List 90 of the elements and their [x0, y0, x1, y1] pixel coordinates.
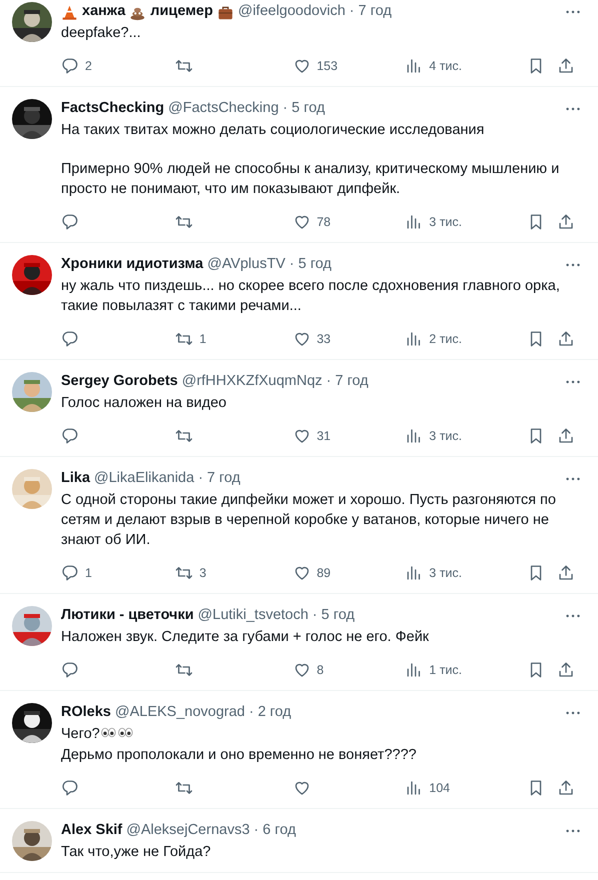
reply-button[interactable]: 2: [61, 56, 176, 76]
like-button[interactable]: 31: [292, 426, 406, 446]
like-button[interactable]: 8: [292, 660, 406, 680]
reply-button[interactable]: 1: [61, 564, 176, 582]
briefcase-icon: [216, 4, 234, 20]
post-time[interactable]: · 5 год: [312, 605, 355, 627]
retweet-button[interactable]: 3: [175, 564, 293, 582]
user-name: ханжа: [82, 2, 126, 22]
more-icon: [566, 263, 580, 267]
views-button[interactable]: 4 тис.: [405, 56, 528, 76]
post-text: Голос наложен на видео: [61, 395, 226, 411]
share-icon: [556, 213, 575, 231]
retweet-icon: [175, 330, 194, 348]
share-icon: [556, 661, 575, 679]
like-button[interactable]: 89: [292, 564, 406, 582]
reply-icon: [61, 427, 79, 445]
like-button[interactable]: 153: [292, 56, 406, 76]
views-button[interactable]: 3 тис.: [405, 212, 528, 232]
retweet-icon: [175, 661, 194, 679]
reply-icon: [61, 330, 79, 348]
views-button[interactable]: 3 тис.: [405, 426, 528, 446]
user-name: Alex Skif: [61, 821, 122, 840]
views-button[interactable]: 1 тис.: [405, 660, 528, 680]
cone-icon: [61, 4, 78, 20]
like-icon: [292, 330, 311, 348]
share-icon: [556, 427, 575, 445]
retweet-button[interactable]: 1: [175, 330, 293, 348]
user-name: ROleks: [61, 703, 111, 722]
post-text: Дерьмо прополокали и оно временно не воняет????: [61, 747, 416, 763]
user-name: Lika: [61, 469, 90, 488]
user-name: FactsChecking: [61, 99, 164, 118]
views-button[interactable]: 104: [405, 778, 528, 798]
user-handle[interactable]: @Lutiki_tsvetoch: [198, 605, 308, 627]
post-text: Чего?: [61, 726, 100, 742]
like-icon: [292, 427, 311, 445]
post-time[interactable]: · 2 год: [248, 702, 292, 724]
user-handle[interactable]: @AleksejCernavs3: [126, 820, 250, 842]
reply-icon: [61, 564, 79, 582]
views-button[interactable]: 3 тис.: [405, 564, 528, 582]
more-icon: [566, 711, 580, 715]
post-time[interactable]: · 7 год: [326, 371, 368, 393]
user-handle[interactable]: @rfHHXKZfXuqmNqz: [182, 371, 322, 393]
post-text: Примерно 90% людей не способны к анализу, критическому мышлению и просто не понимают, что им показывают дипфейк.: [61, 161, 560, 197]
retweet-icon: [175, 564, 194, 582]
user-handle[interactable]: @FactsChecking: [168, 98, 279, 120]
like-button[interactable]: 33: [292, 330, 406, 348]
user-name: Лютики - цветочки: [61, 606, 194, 626]
retweet-icon: [175, 779, 194, 797]
share-icon: [556, 779, 575, 797]
more-icon: [566, 614, 580, 618]
reply-icon: [61, 661, 79, 679]
post-text: С одной стороны такие дипфейки может и хорошо. Пусть разгоняются по сетям и делают взрыв в черепной коробке у ватанов, которые ничего не знают об ИИ.: [61, 492, 556, 548]
post-time[interactable]: · 7 год: [198, 468, 240, 490]
reply-icon: [61, 779, 79, 797]
post-time[interactable]: · 7 год: [349, 1, 392, 23]
post-text: На таких твитах можно делать социологические исследования: [61, 122, 484, 138]
more-icon: [566, 380, 580, 384]
retweet-icon: [175, 427, 194, 445]
like-icon: [292, 661, 311, 679]
user-name: Sergey Gorobets: [61, 372, 178, 392]
post-text: ну жаль что пиздешь... но скорее всего после сдохновения главного орка, такие повылазят с такими речами...: [61, 278, 560, 314]
user-name: Хроники идиотизма: [61, 255, 204, 274]
user-handle[interactable]: @AVplusTV: [207, 254, 286, 276]
user-name: лицемер: [150, 2, 213, 22]
like-icon: [292, 213, 311, 231]
retweet-icon: [175, 213, 194, 231]
like-icon: [292, 779, 311, 797]
share-icon: [556, 57, 575, 75]
more-icon: [566, 829, 580, 833]
retweet-icon: [175, 57, 194, 75]
share-icon: [556, 564, 575, 582]
reply-icon: [61, 57, 79, 75]
user-handle[interactable]: @LikaElikanida: [94, 468, 194, 490]
post-text: deepfake?...: [61, 25, 141, 41]
more-icon: [566, 477, 580, 481]
user-handle[interactable]: @ifeelgoodovich: [238, 1, 346, 23]
like-icon: [292, 564, 311, 582]
post-time[interactable]: · 5 год: [282, 98, 325, 120]
more-icon: [566, 10, 580, 14]
like-button[interactable]: 78: [292, 212, 406, 232]
more-icon: [566, 107, 580, 111]
views-button[interactable]: 2 тис.: [405, 330, 528, 348]
post-text: Наложен звук. Следите за губами + голос не его. Фейк: [61, 629, 429, 645]
post-time[interactable]: · 5 год: [289, 254, 332, 276]
like-icon: [292, 57, 311, 75]
user-handle[interactable]: @ALEKS_novograd: [114, 702, 245, 724]
post-text: Так что,уже не Гойда?: [61, 844, 211, 860]
post-time[interactable]: · 6 год: [254, 820, 296, 842]
share-icon: [556, 330, 575, 348]
reply-icon: [61, 213, 79, 231]
